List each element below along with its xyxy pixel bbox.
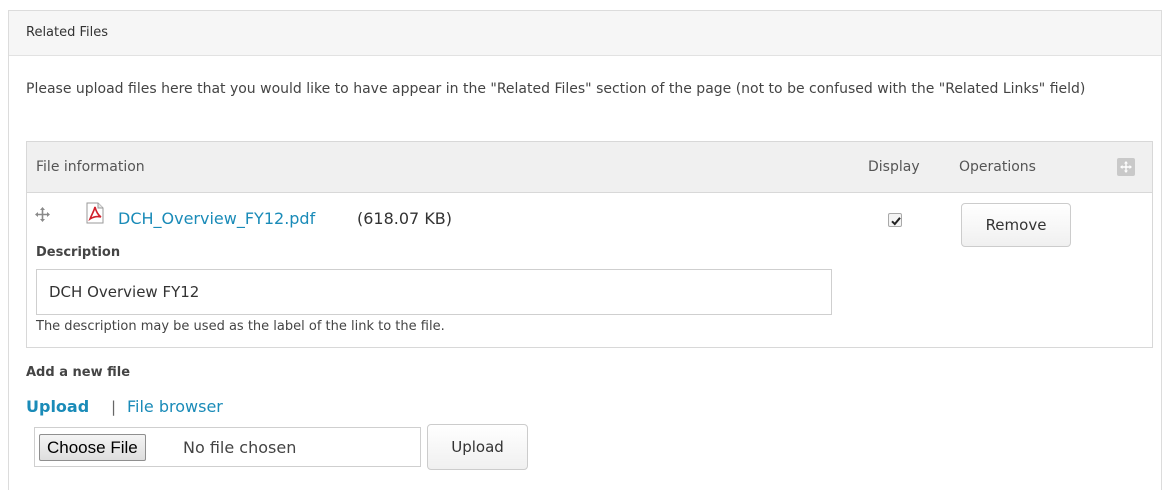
display-checkbox[interactable]: [888, 213, 902, 227]
header-file-information: File information: [36, 159, 145, 175]
related-files-fieldset: Related Files Please upload files here t…: [8, 10, 1162, 490]
description-input[interactable]: [36, 269, 832, 315]
table-header: File information Display Operations: [27, 142, 1152, 193]
description-label: Description: [36, 245, 121, 260]
remove-button[interactable]: Remove: [961, 203, 1071, 247]
files-table: File information Display Operations DCH_…: [26, 141, 1153, 348]
file-size: (618.07 KB): [357, 209, 453, 228]
tab-separator: |: [111, 398, 117, 416]
choose-file-button[interactable]: Choose File: [39, 434, 146, 461]
header-operations: Operations: [959, 159, 1036, 175]
file-link[interactable]: DCH_Overview_FY12.pdf: [118, 209, 315, 228]
fieldset-legend: Related Files: [26, 25, 109, 40]
header-display: Display: [868, 159, 920, 175]
description-help-text: The description may be used as the label…: [36, 319, 445, 334]
upload-button[interactable]: Upload: [427, 424, 528, 470]
show-row-weights-icon[interactable]: [1117, 158, 1135, 176]
file-picker[interactable]: Choose File No file chosen: [34, 427, 421, 467]
add-new-file-label: Add a new file: [26, 365, 131, 380]
drag-handle-icon[interactable]: [35, 207, 50, 226]
no-file-chosen-text: No file chosen: [183, 438, 297, 457]
fieldset-legend-bar: Related Files: [9, 11, 1161, 56]
fieldset-help-text: Please upload files here that you would …: [26, 81, 1086, 97]
upload-tab[interactable]: Upload: [26, 397, 89, 416]
file-browser-tab[interactable]: File browser: [127, 397, 223, 416]
pdf-icon: [86, 202, 104, 228]
